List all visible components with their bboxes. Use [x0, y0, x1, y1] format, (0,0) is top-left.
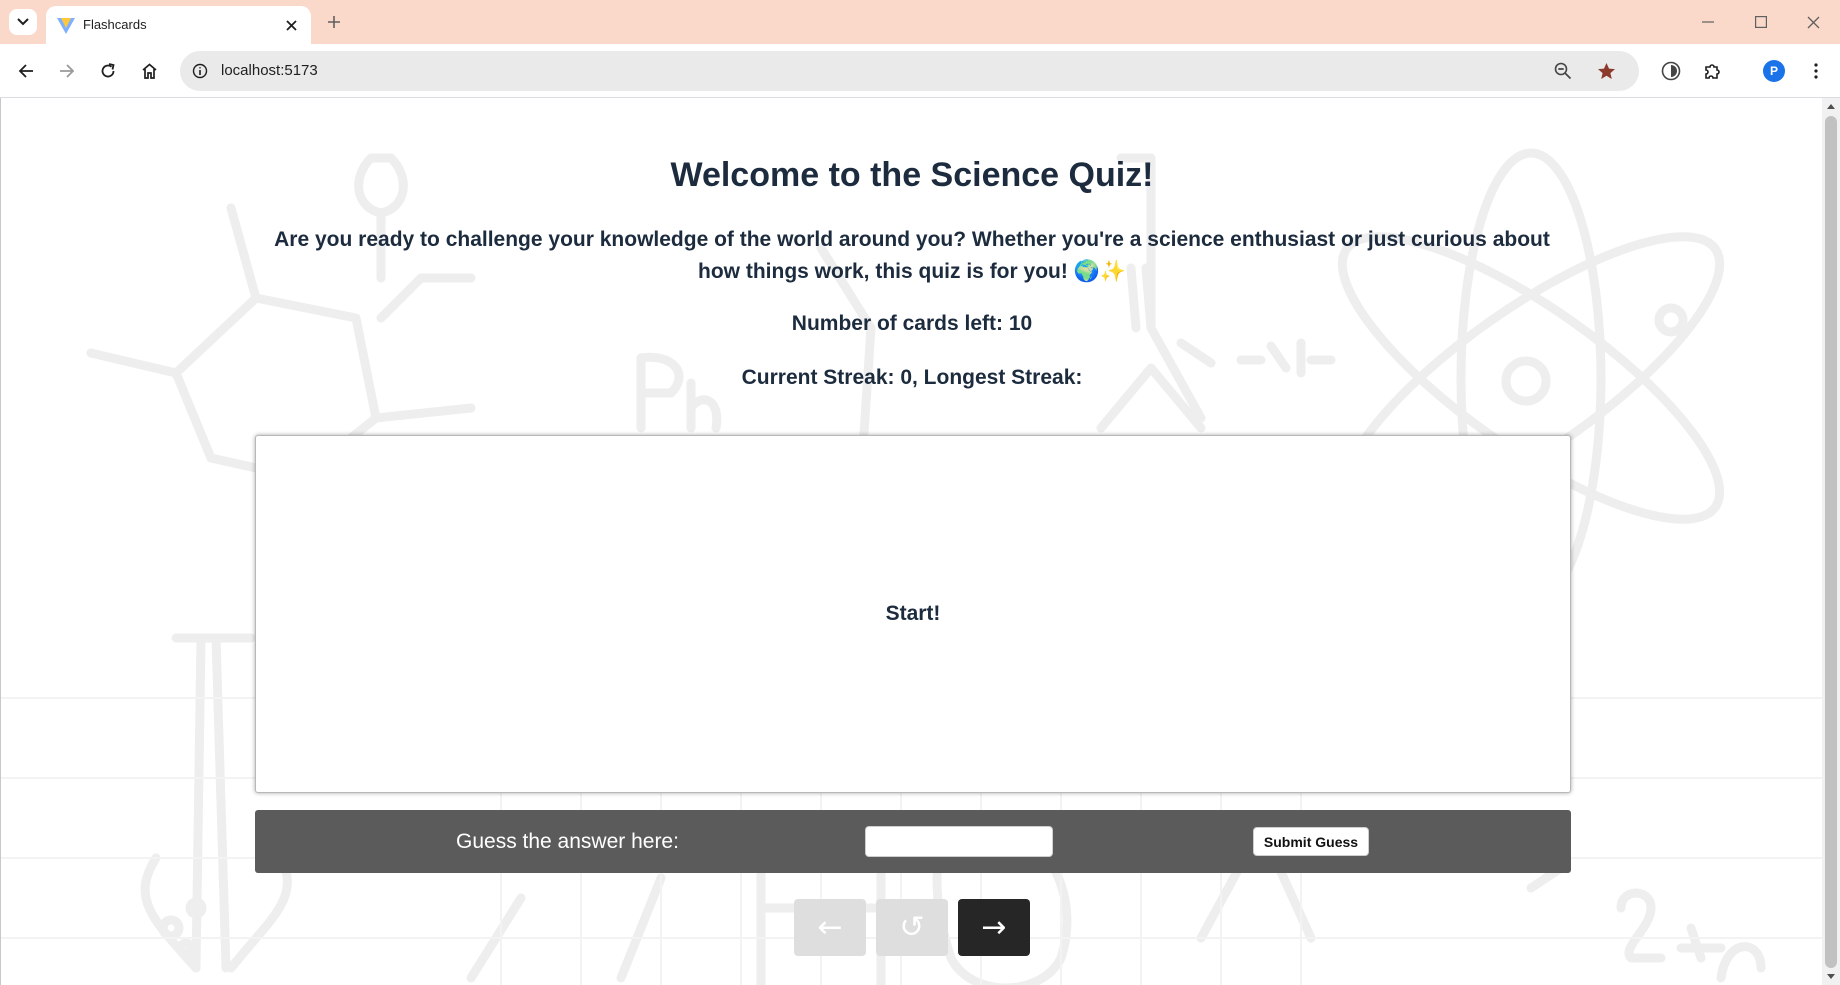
url-text: localhost:5173 — [221, 62, 318, 79]
star-icon — [1597, 63, 1615, 79]
cards-left-counter: Number of cards left: 10 — [791, 312, 1033, 335]
browser-tab-flashcards[interactable]: Flashcards — [46, 6, 311, 44]
minimize-icon — [1702, 21, 1714, 23]
extension-shield-icon — [1661, 61, 1681, 81]
intro-line-2-text: how things work, this quiz is for you! — [698, 260, 1068, 283]
intro-line-1: Are you ready to challenge your knowledg… — [274, 228, 1550, 251]
puzzle-icon — [1705, 64, 1720, 79]
extension-button[interactable] — [1657, 57, 1685, 85]
arrow-right-icon — [60, 64, 75, 78]
more-vertical-icon — [1814, 63, 1818, 79]
plus-icon — [328, 16, 340, 28]
info-icon — [192, 63, 208, 79]
new-tab-button[interactable] — [322, 10, 346, 34]
guess-form: Guess the answer here: Submit Guess — [255, 810, 1571, 873]
window-close-button[interactable] — [1799, 10, 1827, 34]
page-title: Welcome to the Science Quiz! — [670, 156, 1154, 194]
page-scrollbar[interactable] — [1822, 98, 1840, 985]
scroll-up-arrow-icon[interactable] — [1826, 102, 1836, 110]
window-maximize-button[interactable] — [1747, 10, 1775, 34]
maximize-icon — [1755, 16, 1767, 28]
home-icon — [141, 63, 157, 79]
vite-logo-icon — [57, 18, 75, 34]
chevron-down-icon — [17, 18, 29, 26]
next-card-button[interactable]: → — [958, 899, 1030, 956]
back-button[interactable] — [12, 57, 40, 85]
forward-button[interactable] — [53, 57, 81, 85]
intro-line-2: how things work, this quiz is for you! 🌍… — [261, 256, 1563, 288]
globe-sparkles-emoji: 🌍✨ — [1073, 260, 1126, 283]
intro-text: Are you ready to challenge your knowledg… — [261, 224, 1563, 288]
scrollbar-thumb[interactable] — [1825, 116, 1837, 968]
guess-input[interactable] — [865, 826, 1053, 857]
browser-toolbar: localhost:5173 P — [0, 44, 1840, 98]
flashcard-text: Start! — [885, 602, 941, 625]
page-viewport: Welcome to the Science Quiz! Are you rea… — [0, 98, 1822, 985]
browser-tab-bar: Flashcards — [0, 0, 1840, 44]
address-bar[interactable]: localhost:5173 — [180, 51, 1639, 91]
scroll-down-arrow-icon[interactable] — [1826, 973, 1836, 981]
reload-icon — [101, 63, 115, 78]
zoom-button[interactable] — [1552, 60, 1574, 82]
submit-guess-button[interactable]: Submit Guess — [1253, 827, 1369, 856]
home-button[interactable] — [135, 57, 163, 85]
tab-title: Flashcards — [83, 17, 147, 32]
streak-counter: Current Streak: 0, Longest Streak: — [741, 366, 1083, 389]
guess-label: Guess the answer here: — [456, 830, 679, 853]
tab-search-button[interactable] — [9, 9, 37, 35]
flashcard[interactable]: Start! — [255, 435, 1571, 793]
profile-avatar[interactable]: P — [1763, 60, 1785, 82]
reload-button[interactable] — [94, 57, 122, 85]
previous-card-button[interactable]: ← — [794, 899, 866, 956]
zoom-out-icon — [1554, 62, 1572, 80]
browser-menu-button[interactable] — [1802, 57, 1830, 85]
tab-close-button[interactable] — [281, 15, 301, 35]
arrow-left-icon — [18, 64, 33, 78]
bookmark-button[interactable] — [1595, 60, 1617, 82]
window-minimize-button[interactable] — [1694, 10, 1722, 34]
extensions-menu-button[interactable] — [1699, 57, 1727, 85]
close-icon — [1807, 16, 1819, 28]
site-info-button[interactable] — [190, 61, 210, 81]
shuffle-reset-button[interactable]: ↺ — [876, 899, 948, 956]
close-icon — [285, 19, 297, 31]
